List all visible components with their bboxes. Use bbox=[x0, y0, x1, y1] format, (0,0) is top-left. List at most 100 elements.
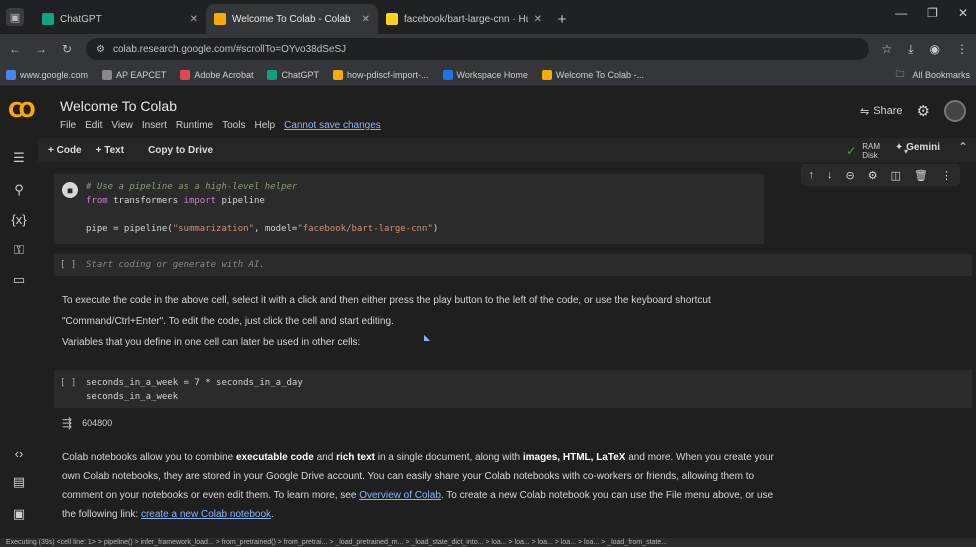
bold-text: executable code bbox=[236, 452, 314, 463]
paragraph-execute: To execute the code in the above cell, s… bbox=[62, 295, 711, 327]
connected-check-icon: ✓ bbox=[846, 144, 857, 158]
move-up-icon[interactable]: ↑ bbox=[809, 169, 815, 181]
bookmark-pdiscf[interactable]: how-pdiscf-import-... bbox=[332, 69, 429, 80]
close-icon[interactable]: ✕ bbox=[190, 14, 198, 25]
bookmark-chatgpt[interactable]: ChatGPT bbox=[267, 69, 319, 80]
menu-view[interactable]: View bbox=[111, 120, 133, 131]
output-icon[interactable]: ⇶ bbox=[62, 416, 72, 430]
bookmark-workspace[interactable]: Workspace Home bbox=[442, 69, 528, 80]
download-icon[interactable]: ⤓ bbox=[908, 42, 913, 57]
new-tab-button[interactable]: + bbox=[550, 4, 574, 34]
delete-icon[interactable]: 🗑 bbox=[914, 169, 928, 182]
paragraph-variables: Variables that you define in one cell ca… bbox=[62, 337, 361, 348]
bookmark-colab[interactable]: Welcome To Colab -... bbox=[541, 69, 644, 80]
command-palette-icon[interactable]: ▤ bbox=[0, 474, 38, 490]
close-window-icon[interactable]: ✕ bbox=[958, 6, 968, 20]
site-info-icon[interactable]: ⚙ bbox=[96, 44, 105, 55]
minimize-icon[interactable]: — bbox=[895, 6, 907, 20]
text-run: and bbox=[313, 452, 337, 463]
unsaved-changes-link[interactable]: Cannot save changes bbox=[284, 120, 381, 131]
code-snippets-icon[interactable]: ‹› bbox=[0, 446, 38, 461]
bold-text: rich text bbox=[336, 452, 375, 463]
browser-menu-icon[interactable]: ⋮ bbox=[956, 42, 968, 57]
create-notebook-link[interactable]: create a new Colab notebook bbox=[141, 509, 271, 520]
notebook-title[interactable]: Welcome To Colab bbox=[60, 98, 177, 114]
tab-title: ChatGPT bbox=[60, 13, 102, 25]
avatar[interactable] bbox=[944, 100, 966, 122]
text-cell-execute-help[interactable]: To execute the code in the above cell, s… bbox=[62, 290, 782, 332]
code-cell-seconds[interactable]: [ ] seconds_in_a_week = 7 * seconds_in_a… bbox=[54, 370, 972, 408]
code-text: pipe = pipeline( bbox=[86, 224, 173, 234]
colab-header: CO Welcome To Colab File Edit View Inser… bbox=[0, 86, 976, 138]
menu-bar: File Edit View Insert Runtime Tools Help… bbox=[60, 120, 381, 131]
chatgpt-favicon-icon bbox=[42, 13, 54, 25]
secrets-key-icon[interactable]: ⚿ bbox=[0, 242, 38, 258]
move-down-icon[interactable]: ↓ bbox=[827, 169, 833, 181]
code-cell-pipeline[interactable]: ■ # Use a pipeline as a high-level helpe… bbox=[54, 174, 764, 244]
left-sidebar: ☰ ⚲ {x} ⚿ ▭ ‹› ▤ ▣ bbox=[0, 138, 38, 538]
close-icon[interactable]: ✕ bbox=[362, 14, 370, 25]
menu-tools[interactable]: Tools bbox=[222, 120, 245, 131]
maximize-icon[interactable]: ❐ bbox=[927, 6, 938, 20]
code-line: seconds_in_a_week bbox=[86, 392, 179, 402]
text-cell-variables[interactable]: Variables that you define in one cell ca… bbox=[62, 332, 782, 353]
collapse-header-icon[interactable]: ⌃ bbox=[958, 140, 968, 154]
bookmark-star-icon[interactable]: ☆ bbox=[881, 42, 892, 57]
tab-chatgpt[interactable]: ChatGPT ✕ bbox=[34, 4, 206, 34]
code-text: , model= bbox=[253, 224, 298, 234]
more-options-icon[interactable]: ⋮ bbox=[941, 169, 952, 182]
tab-colab[interactable]: Welcome To Colab - Colab ✕ bbox=[206, 4, 378, 34]
search-icon[interactable]: ⚲ bbox=[0, 182, 38, 198]
code-module: transformers bbox=[107, 196, 184, 206]
menu-file[interactable]: File bbox=[60, 120, 76, 131]
reload-icon[interactable]: ↻ bbox=[60, 42, 74, 56]
overview-of-colab-link[interactable]: Overview of Colab bbox=[359, 490, 441, 501]
bookmarks-bar: www.google.com AP EAPCET Adobe Acrobat C… bbox=[0, 64, 976, 86]
cell-placeholder: Start coding or generate with AI. bbox=[86, 260, 265, 270]
text-run: Colab notebooks allow you to combine bbox=[62, 452, 236, 463]
close-icon[interactable]: ✕ bbox=[534, 14, 542, 25]
link-icon[interactable]: ⊝ bbox=[846, 169, 855, 182]
table-of-contents-icon[interactable]: ☰ bbox=[0, 150, 38, 166]
forward-icon[interactable]: → bbox=[34, 42, 48, 56]
share-button[interactable]: ⇋ Share bbox=[860, 105, 903, 118]
disk-label: Disk bbox=[862, 151, 878, 160]
window-menu-icon[interactable]: ▣ bbox=[6, 8, 24, 26]
huggingface-favicon-icon bbox=[386, 13, 398, 25]
cell-settings-icon[interactable]: ⚙ bbox=[868, 169, 878, 182]
bookmark-ap-eapcet[interactable]: AP EAPCET bbox=[102, 69, 166, 80]
variables-icon[interactable]: {x} bbox=[0, 212, 38, 227]
bookmark-google[interactable]: www.google.com bbox=[6, 69, 88, 80]
empty-code-cell[interactable]: [ ] Start coding or generate with AI. bbox=[54, 254, 972, 276]
back-icon[interactable]: ← bbox=[8, 42, 22, 56]
code-line: seconds_in_a_week = 7 * seconds_in_a_day bbox=[86, 378, 303, 388]
menu-help[interactable]: Help bbox=[254, 120, 275, 131]
gemini-button[interactable]: ✦ Gemini bbox=[895, 142, 940, 153]
share-icon: ⇋ bbox=[859, 105, 870, 118]
tab-huggingface[interactable]: facebook/bart-large-cnn · Hug ✕ bbox=[378, 4, 550, 34]
menu-insert[interactable]: Insert bbox=[142, 120, 167, 131]
settings-gear-icon[interactable]: ⚙ bbox=[917, 102, 930, 120]
browser-tabstrip: ▣ ChatGPT ✕ Welcome To Colab - Colab ✕ f… bbox=[0, 0, 976, 34]
run-cell-button[interactable]: ■ bbox=[62, 182, 78, 198]
add-code-button[interactable]: + Code bbox=[48, 145, 82, 156]
text-cell-colab-intro[interactable]: Colab notebooks allow you to combine exe… bbox=[62, 448, 782, 524]
text-run: in a single document, along with bbox=[374, 452, 523, 463]
add-text-button[interactable]: + Text bbox=[96, 145, 124, 156]
bookmark-adobe[interactable]: Adobe Acrobat bbox=[180, 69, 253, 80]
terminal-icon[interactable]: ▣ bbox=[0, 506, 38, 522]
colab-favicon-icon bbox=[214, 13, 226, 25]
address-bar[interactable]: ⚙ colab.research.google.com/#scrollTo=OY… bbox=[86, 38, 870, 60]
execution-status-bar: Executing (39s) <cell line: 1> > pipelin… bbox=[0, 538, 976, 547]
code-string: "facebook/bart-large-cnn" bbox=[297, 224, 433, 234]
text-run: . bbox=[271, 509, 274, 520]
copy-to-drive-button[interactable]: Copy to Drive bbox=[148, 145, 213, 156]
menu-edit[interactable]: Edit bbox=[85, 120, 102, 131]
profile-icon[interactable]: ◉ bbox=[930, 42, 940, 57]
mirror-cell-icon[interactable]: ◫ bbox=[891, 169, 901, 182]
colab-logo[interactable]: CO bbox=[8, 98, 36, 122]
menu-runtime[interactable]: Runtime bbox=[176, 120, 213, 131]
all-bookmarks[interactable]: 🗀 All Bookmarks bbox=[895, 67, 970, 83]
code-comment: # Use a pipeline as a high-level helper bbox=[86, 182, 298, 192]
files-folder-icon[interactable]: ▭ bbox=[0, 272, 38, 288]
